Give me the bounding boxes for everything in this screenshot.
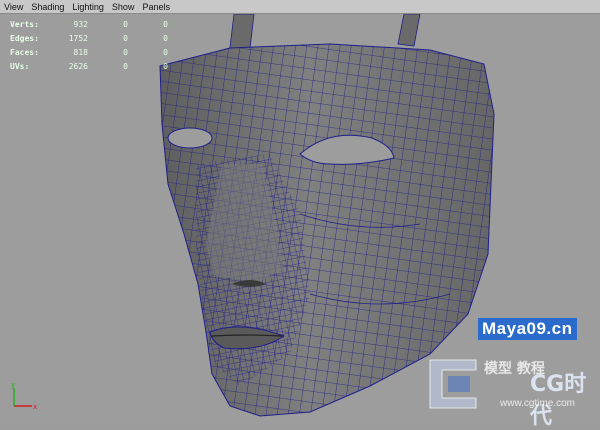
- hud-row-edges: Edges: 1752 0 0: [10, 34, 168, 43]
- axis-label-x: x: [33, 403, 37, 411]
- menu-show[interactable]: Show: [112, 0, 135, 14]
- panel-menubar: View Shading Lighting Show Panels: [0, 0, 600, 14]
- site-watermark: Maya09.cn: [478, 318, 577, 340]
- hud-row-uvs: UVs: 2626 0 0: [10, 62, 168, 71]
- mask-strap-right: [397, 14, 421, 47]
- menu-view[interactable]: View: [4, 0, 23, 14]
- hud-row-faces: Faces: 818 0 0: [10, 48, 168, 57]
- menu-shading[interactable]: Shading: [31, 0, 64, 14]
- hud-row-verts: Verts: 932 0 0: [10, 20, 168, 29]
- view-axis-icon: x y: [11, 382, 37, 411]
- poly-count-hud: Verts: 932 0 0 Edges: 1752 0 0 Faces: 81…: [10, 18, 168, 74]
- menu-panels[interactable]: Panels: [142, 0, 170, 14]
- left-eye-hole: [167, 127, 213, 149]
- menu-lighting[interactable]: Lighting: [72, 0, 104, 14]
- axis-label-y: y: [11, 382, 15, 389]
- watermark-url: www.cgtime.com: [500, 398, 576, 409]
